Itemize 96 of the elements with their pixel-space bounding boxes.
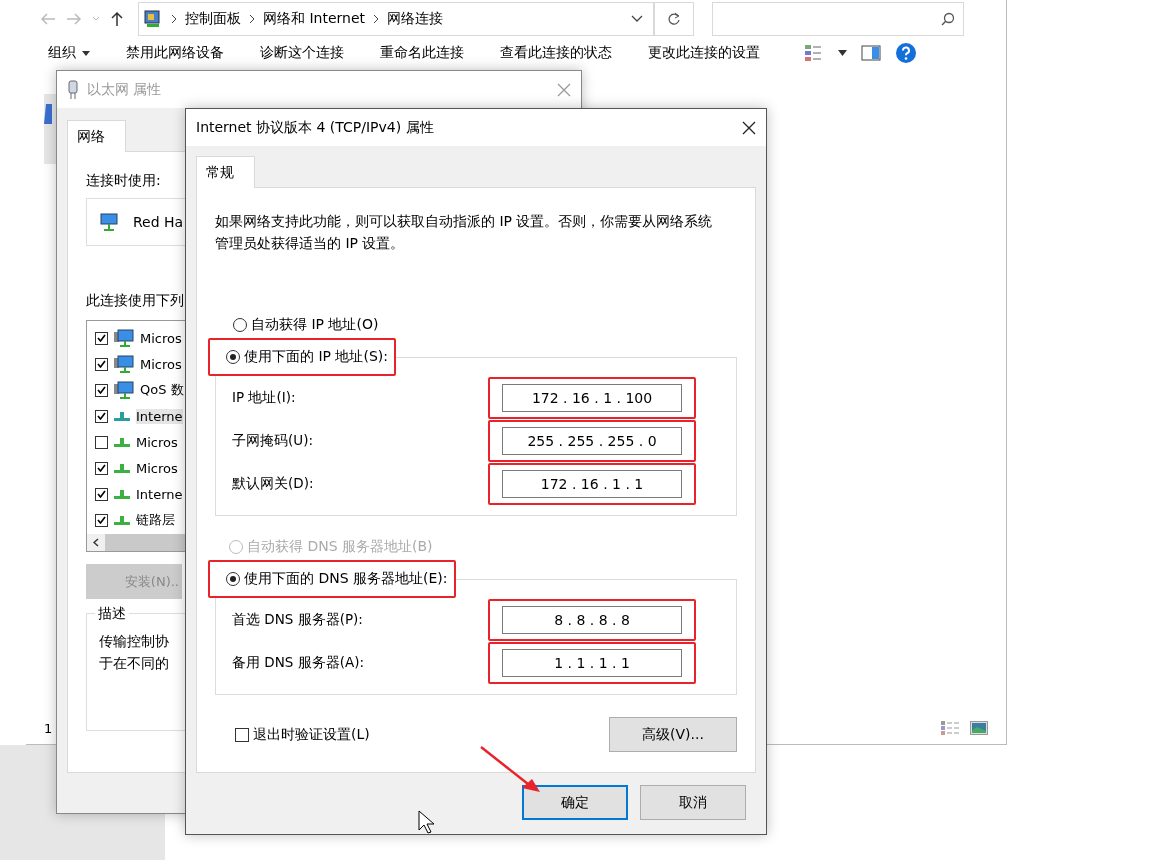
list-item[interactable]: 链路层 [136,511,175,529]
chevron-left-icon [93,538,99,547]
section-label: 连接时使用: [86,172,161,190]
radio-option[interactable]: 使用下面的 IP 地址(S): [226,348,388,366]
search-icon [941,12,955,26]
network-client-icon [114,328,134,348]
mouse-pointer-icon [418,810,434,834]
organize-menu[interactable]: 组织 [48,40,90,66]
check-mark-icon [97,516,106,524]
checkbox[interactable] [95,357,108,371]
section-label: 此连接使用下列 [86,292,184,310]
list-item[interactable]: Micros [136,434,178,450]
field-label: IP 地址(I): [232,388,297,407]
checkbox[interactable] [95,461,108,475]
tab[interactable]: 常规 [196,156,255,188]
list-item[interactable]: QoS 数 [140,381,184,399]
check-mark-icon [97,360,106,368]
check-mark-icon [97,464,106,472]
breadcrumb-item[interactable]: 控制面板 [185,10,241,28]
description-text: 于在不同的 [99,654,169,673]
field-label: 首选 DNS 服务器(P): [232,610,364,629]
list-item[interactable]: Micros [136,460,178,476]
breadcrumb-item[interactable]: 网络连接 [387,10,444,28]
search-field[interactable] [712,2,964,36]
adapter-name: Red Ha [133,214,184,230]
network-adapter-icon [99,212,119,232]
tab[interactable]: 网络 [67,120,126,152]
toolbar-button[interactable]: 诊断这个连接 [260,40,344,66]
network-protocol-icon [114,463,130,473]
details-view-icon[interactable] [940,720,960,736]
control-panel-icon [143,9,163,29]
window-title: 以太网 属性 [87,80,162,99]
ip-address-field[interactable]: 172 . 16 . 1 . 1 [502,469,682,498]
refresh-icon [667,12,681,26]
ip-address-field[interactable]: 172 . 16 . 1 . 100 [502,383,682,412]
field-label: 备用 DNS 服务器(A): [232,653,365,672]
help-icon[interactable] [895,42,917,64]
radio-option[interactable]: 使用下面的 DNS 服务器地址(E): [226,570,448,588]
check-mark-icon [97,490,106,498]
check-mark-icon [97,334,106,342]
caret-icon[interactable] [838,50,847,56]
window-title: Internet 协议版本 4 (TCP/IPv4) 属性 [196,118,434,137]
description-text: 传输控制协 [99,632,169,651]
item-count: 1 [44,720,53,736]
group-title: 描述 [95,605,129,623]
list-item[interactable]: Micros [140,356,182,372]
chevron-down-icon[interactable] [631,15,643,23]
checkbox[interactable] [95,331,108,345]
dialog-button[interactable]: 取消 [640,785,746,820]
view-options-icon[interactable] [804,44,824,62]
checkbox[interactable] [95,435,108,449]
preview-pane-icon[interactable] [861,45,881,61]
checkbox[interactable] [235,727,249,742]
check-mark-icon [97,412,106,420]
toolbar-button[interactable]: 重命名此连接 [380,40,464,66]
up-arrow-icon[interactable] [110,11,124,27]
toolbar-button[interactable]: 禁用此网络设备 [126,40,224,66]
radio-button[interactable] [233,318,247,332]
dialog-button[interactable]: 确定 [522,785,628,820]
advanced-button[interactable]: 高级(V)... [609,717,737,752]
toolbar-button[interactable]: 更改此连接的设置 [648,40,760,66]
annotation-arrow [478,744,542,794]
instruction-text: 如果网络支持此功能，则可以获取自动指派的 IP 设置。否则，你需要从网络系统管理员处获得适当的 IP 设置。 [215,212,714,253]
check-mark-icon [97,386,106,394]
field-label: 默认网关(D): [232,474,315,493]
list-item[interactable]: Interne [136,408,183,424]
toolbar-button[interactable]: 查看此连接的状态 [500,40,612,66]
breadcrumb-item[interactable]: 网络和 Internet [263,10,366,28]
checkbox-option[interactable]: 退出时验证设置(L) [235,725,370,744]
network-protocol-icon [114,411,130,421]
close-icon[interactable] [742,120,756,135]
ip-address-field[interactable]: 1 . 1 . 1 . 1 [502,648,682,677]
chevron-right-icon [171,14,177,24]
list-item[interactable]: Interne [136,486,183,502]
checkbox[interactable] [95,487,108,501]
large-icons-view-icon[interactable] [970,721,988,735]
radio-option[interactable]: 自动获得 IP 地址(O) [233,316,379,334]
network-protocol-icon [114,489,130,499]
checkbox[interactable] [95,409,108,423]
refresh-button[interactable] [654,2,694,36]
network-protocol-icon [114,515,130,525]
network-protocol-icon [114,437,130,447]
field-label: 子网掩码(U): [232,431,314,450]
radio-button[interactable] [226,572,240,586]
radio-button[interactable] [226,350,240,364]
chevron-right-icon [373,14,380,24]
address-bar[interactable]: 控制面板 网络和 Internet 网络连接 [138,2,654,36]
ip-address-field[interactable]: 255 . 255 . 255 . 0 [502,426,682,455]
network-client-icon [114,354,134,374]
chevron-right-icon [249,14,255,24]
checkbox[interactable] [95,383,108,397]
network-client-icon [114,380,134,400]
checkbox[interactable] [95,513,108,527]
list-item[interactable]: Micros [140,330,182,346]
ip-address-field[interactable]: 8 . 8 . 8 . 8 [502,605,682,634]
caret-icon [82,50,90,56]
